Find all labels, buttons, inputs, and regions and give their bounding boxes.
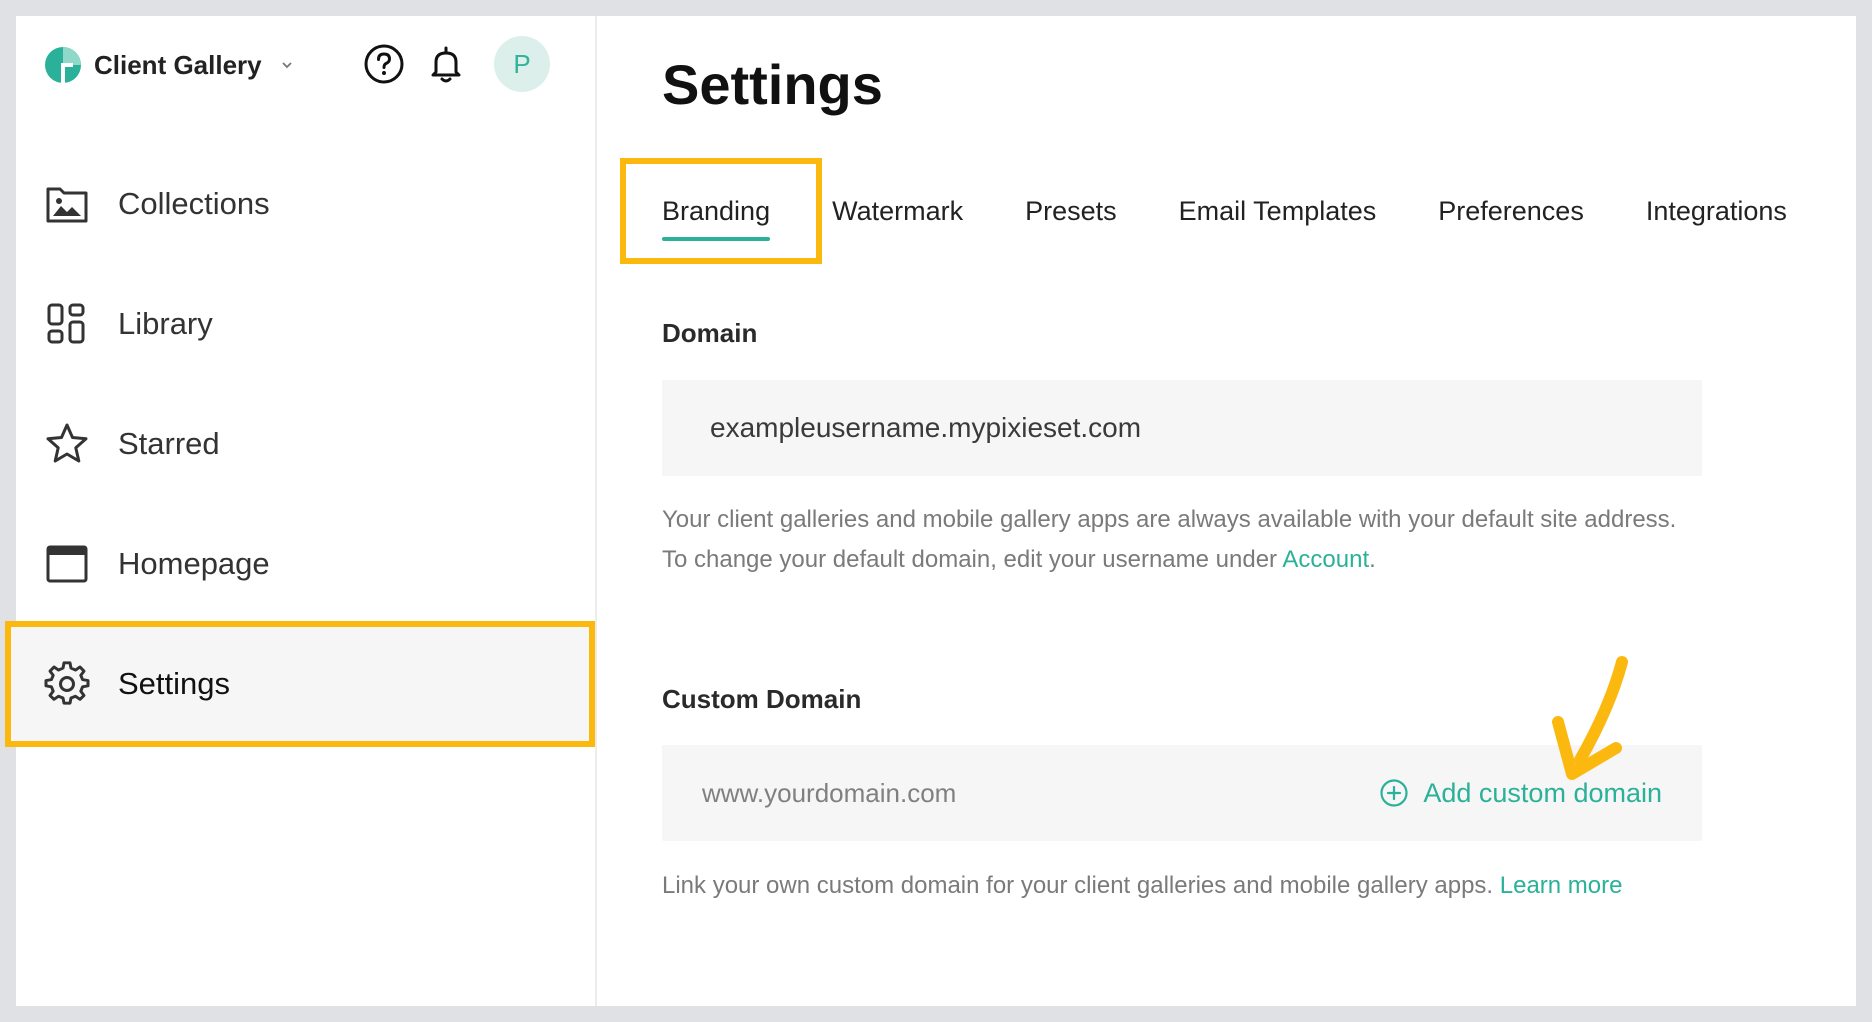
page-title: Settings bbox=[662, 53, 883, 116]
custom-domain-label: Custom Domain bbox=[662, 684, 862, 714]
tab-watermark[interactable]: Watermark bbox=[832, 196, 963, 239]
domain-help-text: Your client galleries and mobile gallery… bbox=[662, 500, 1702, 580]
sidebar-item-settings[interactable]: Settings bbox=[5, 621, 595, 747]
top-toolbar: P bbox=[362, 36, 550, 92]
pixieset-logo-icon bbox=[45, 47, 81, 83]
sidebar-item-library[interactable]: Library bbox=[16, 264, 595, 384]
sidebar-item-label: Collections bbox=[118, 186, 270, 221]
browser-window-icon bbox=[46, 545, 88, 583]
sidebar-item-label: Homepage bbox=[118, 546, 270, 581]
custom-domain-help-text: Link your own custom domain for your cli… bbox=[662, 866, 1702, 906]
tab-preferences[interactable]: Preferences bbox=[1438, 196, 1584, 239]
domain-help-suffix: . bbox=[1369, 546, 1376, 573]
annotation-arrow-icon bbox=[1552, 656, 1628, 780]
star-icon bbox=[46, 423, 88, 463]
tab-branding[interactable]: Branding bbox=[662, 196, 771, 241]
chevron-down-icon bbox=[281, 62, 292, 69]
tab-presets[interactable]: Presets bbox=[1025, 196, 1117, 239]
custom-domain-placeholder: www.yourdomain.com bbox=[702, 777, 957, 808]
brand-switcher[interactable]: Client Gallery bbox=[44, 46, 294, 84]
account-link[interactable]: Account bbox=[1282, 546, 1369, 573]
gear-icon bbox=[44, 661, 90, 705]
learn-more-link[interactable]: Learn more bbox=[1500, 872, 1623, 899]
avatar[interactable]: P bbox=[494, 36, 550, 92]
tab-email-templates[interactable]: Email Templates bbox=[1179, 196, 1377, 239]
sidebar-nav: Collections Library Starred Homepage Set… bbox=[5, 144, 595, 747]
domain-label: Domain bbox=[662, 318, 758, 348]
sidebar: Client Gallery P Collections Library Sta… bbox=[5, 16, 597, 1006]
bell-icon[interactable] bbox=[424, 42, 468, 86]
sidebar-item-label: Settings bbox=[118, 666, 231, 701]
image-folder-icon bbox=[46, 187, 88, 223]
sidebar-item-collections[interactable]: Collections bbox=[16, 144, 595, 264]
plus-circle-icon bbox=[1380, 779, 1408, 807]
grid-icon bbox=[47, 303, 85, 344]
domain-value: exampleusername.mypixieset.com bbox=[710, 412, 1142, 443]
help-icon[interactable] bbox=[362, 42, 406, 86]
tab-integrations[interactable]: Integrations bbox=[1646, 196, 1787, 239]
brand-name: Client Gallery bbox=[94, 49, 262, 80]
domain-field[interactable]: exampleusername.mypixieset.com bbox=[662, 380, 1702, 476]
domain-help-body: Your client galleries and mobile gallery… bbox=[662, 506, 1677, 573]
custom-domain-help-body: Link your own custom domain for your cli… bbox=[662, 872, 1500, 899]
sidebar-item-homepage[interactable]: Homepage bbox=[16, 504, 595, 624]
sidebar-item-label: Starred bbox=[118, 426, 220, 461]
sidebar-item-label: Library bbox=[118, 306, 213, 341]
settings-tabs: Branding Watermark Presets Email Templat… bbox=[662, 196, 1787, 241]
sidebar-item-starred[interactable]: Starred bbox=[16, 384, 595, 504]
